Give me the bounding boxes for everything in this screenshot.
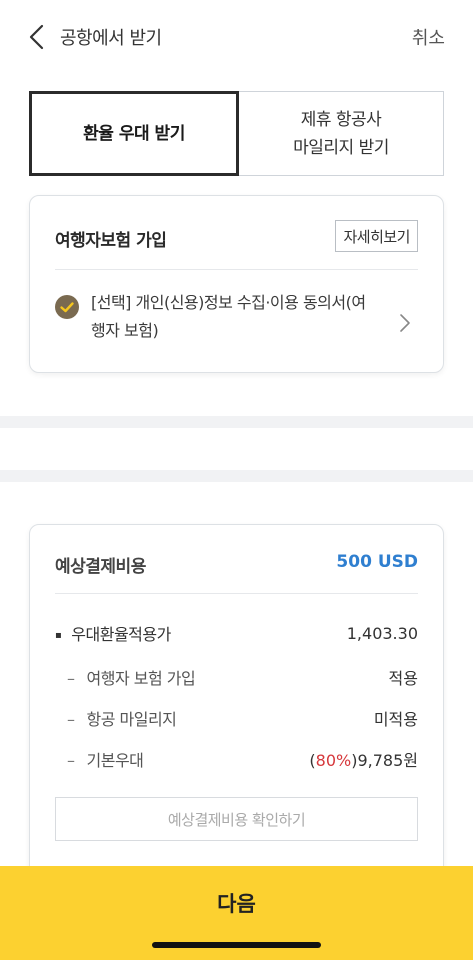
cost-row-preferential-rate: 우대환율적용가 1,403.30	[55, 620, 418, 646]
row-value: (80%)9,785원	[309, 747, 418, 771]
benefit-tabs: 환율 우대 받기 제휴 항공사 마일리지 받기	[29, 91, 444, 176]
cost-title: 예상결제비용	[55, 557, 146, 577]
discount-percent: 80%	[315, 751, 352, 770]
row-value: 미적용	[373, 710, 418, 729]
insurance-title: 여행자보험 가입	[55, 231, 167, 251]
tab-airline-mileage[interactable]: 제휴 항공사 마일리지 받기	[239, 91, 444, 176]
row-label: 항공 마일리지	[55, 706, 177, 730]
row-label: 여행자 보험 가입	[55, 665, 196, 689]
row-value: 적용	[388, 669, 418, 688]
section-separator	[0, 470, 473, 482]
checkmark-circle-icon[interactable]	[55, 295, 79, 319]
cancel-button[interactable]: 취소	[412, 24, 445, 50]
section-separator	[0, 416, 473, 428]
row-value: 1,403.30	[346, 623, 418, 643]
cost-row-mileage: 항공 마일리지 미적용	[55, 705, 419, 731]
cost-row-insurance: 여행자 보험 가입 적용	[55, 664, 419, 690]
page-title: 공항에서 받기	[60, 28, 162, 49]
consent-text[interactable]: [선택] 개인(신용)정보 수집·이용 동의서(여행자 보험)	[91, 289, 371, 345]
next-button-label: 다음	[217, 892, 256, 916]
value-suffix: )9,785원	[351, 751, 418, 770]
confirm-cost-button[interactable]: 예상결제비용 확인하기	[55, 797, 418, 841]
cost-card: 예상결제비용 500 USD 우대환율적용가 1,403.30 여행자 보험 가…	[29, 524, 444, 904]
tab-exchange-rate[interactable]: 환율 우대 받기	[29, 91, 239, 176]
row-label: 우대환율적용가	[55, 621, 171, 645]
divider	[55, 269, 418, 270]
header-bar: 공항에서 받기 취소	[0, 0, 473, 72]
divider	[55, 593, 418, 594]
home-indicator	[152, 942, 321, 948]
chevron-right-icon[interactable]	[399, 313, 411, 333]
cost-row-basic-discount: 기본우대 (80%)9,785원	[55, 746, 419, 772]
insurance-card: 여행자보험 가입 자세히보기 [선택] 개인(신용)정보 수집·이용 동의서(여…	[29, 195, 444, 373]
detail-button[interactable]: 자세히보기	[335, 220, 418, 252]
row-label: 기본우대	[55, 747, 144, 771]
back-arrow-icon[interactable]	[26, 24, 50, 50]
cost-amount: 500 USD	[336, 552, 418, 572]
